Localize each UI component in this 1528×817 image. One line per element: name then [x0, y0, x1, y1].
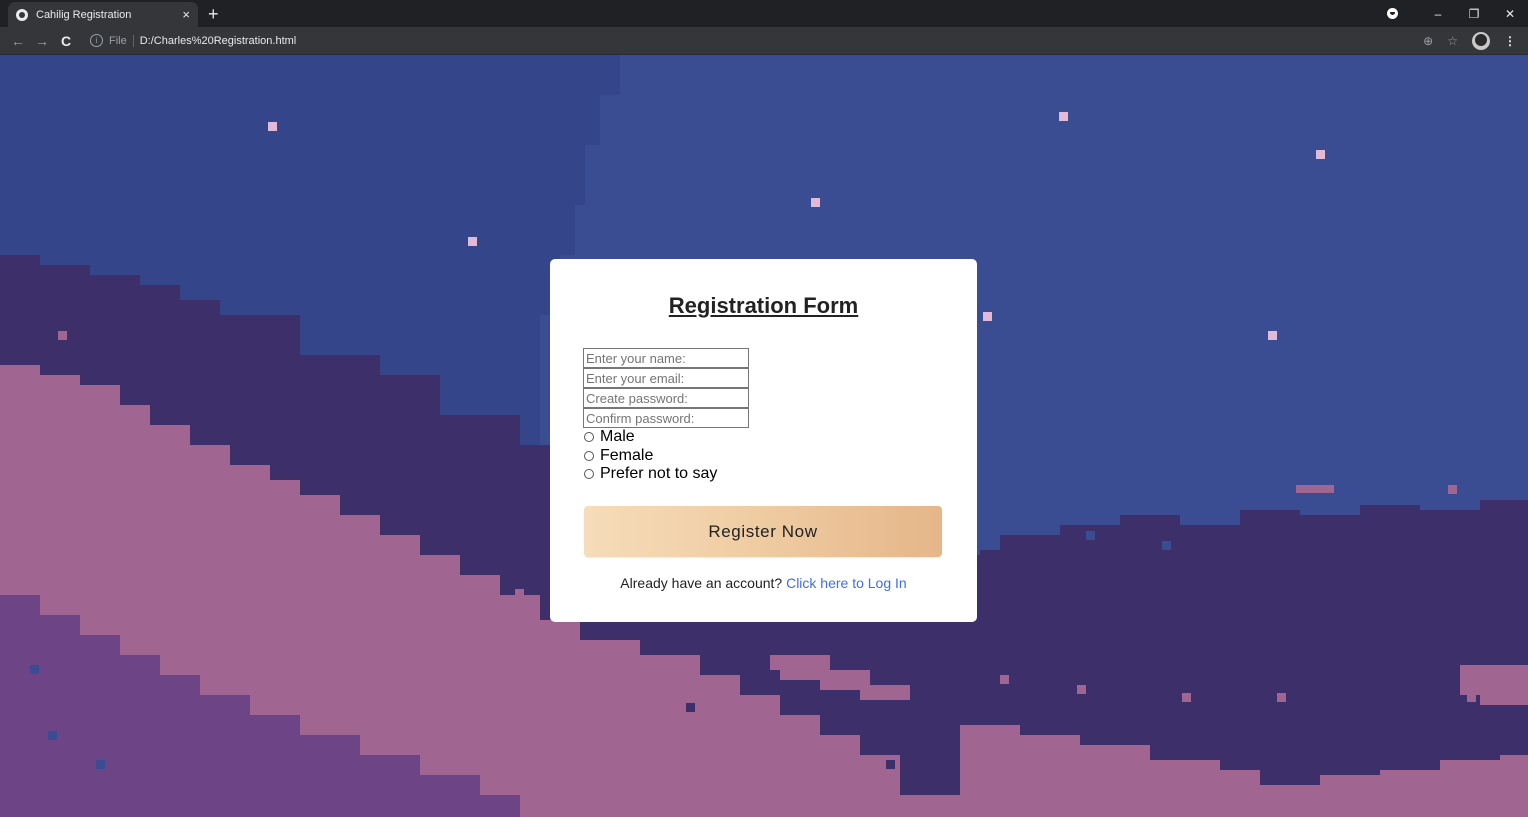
radio-icon[interactable]: [584, 450, 594, 461]
browser-tab[interactable]: Cahilig Registration ×: [8, 2, 198, 27]
forward-button[interactable]: →: [30, 33, 54, 49]
toolbar-actions: ⊕ ☆ ⋮: [1423, 27, 1528, 54]
registration-fields: Male Female Prefer not to say: [583, 348, 749, 484]
close-window-button[interactable]: ✕: [1492, 7, 1528, 21]
star-icon[interactable]: ☆: [1447, 34, 1458, 48]
confirm-password-input[interactable]: [583, 408, 749, 428]
info-icon[interactable]: i: [90, 34, 103, 47]
reload-button[interactable]: C: [54, 33, 78, 49]
radio-icon[interactable]: [584, 469, 594, 480]
menu-icon[interactable]: ⋮: [1504, 34, 1516, 48]
url-divider: [132, 34, 134, 47]
gender-label-female: Female: [600, 446, 654, 464]
back-button[interactable]: ←: [6, 33, 30, 49]
gender-label-male: Male: [600, 428, 635, 446]
login-prompt-text: Already have an account?: [620, 575, 783, 591]
registration-card: Registration Form Male Female Prefer not…: [550, 259, 977, 622]
url-scheme: File: [109, 34, 127, 47]
gender-option-female[interactable]: Female: [583, 447, 749, 466]
login-prompt-line: Already have an account? Click here to L…: [550, 575, 977, 591]
zoom-icon[interactable]: ⊕: [1423, 34, 1433, 48]
gender-option-male[interactable]: Male: [583, 428, 749, 447]
email-input[interactable]: [583, 368, 749, 388]
restore-button[interactable]: ❐: [1456, 7, 1492, 21]
address-bar[interactable]: i File D:/Charles%20Registration.html: [90, 30, 296, 52]
url-text[interactable]: D:/Charles%20Registration.html: [140, 35, 297, 47]
profile-indicator-icon[interactable]: [1387, 8, 1398, 19]
window-controls: – ❐ ✕: [1387, 0, 1528, 27]
tab-bar: Cahilig Registration × + – ❐ ✕: [0, 0, 1528, 27]
minimize-button[interactable]: –: [1420, 7, 1456, 21]
password-input[interactable]: [583, 388, 749, 408]
gender-label-prefer-not: Prefer not to say: [600, 465, 718, 483]
gender-option-prefer-not[interactable]: Prefer not to say: [583, 465, 749, 484]
tab-title: Cahilig Registration: [36, 8, 132, 21]
browser-toolbar: ← → C i File D:/Charles%20Registration.h…: [0, 27, 1528, 55]
name-input[interactable]: [583, 348, 749, 368]
radio-icon[interactable]: [584, 432, 594, 443]
login-link[interactable]: Click here to Log In: [786, 575, 907, 591]
globe-icon: [16, 8, 28, 21]
form-title: Registration Form: [668, 293, 859, 318]
profile-avatar[interactable]: [1472, 31, 1490, 50]
close-tab-icon[interactable]: ×: [182, 7, 190, 22]
new-tab-button[interactable]: +: [208, 2, 219, 27]
page-viewport: Registration Form Male Female Prefer not…: [0, 55, 1528, 817]
register-button[interactable]: Register Now: [584, 506, 942, 557]
